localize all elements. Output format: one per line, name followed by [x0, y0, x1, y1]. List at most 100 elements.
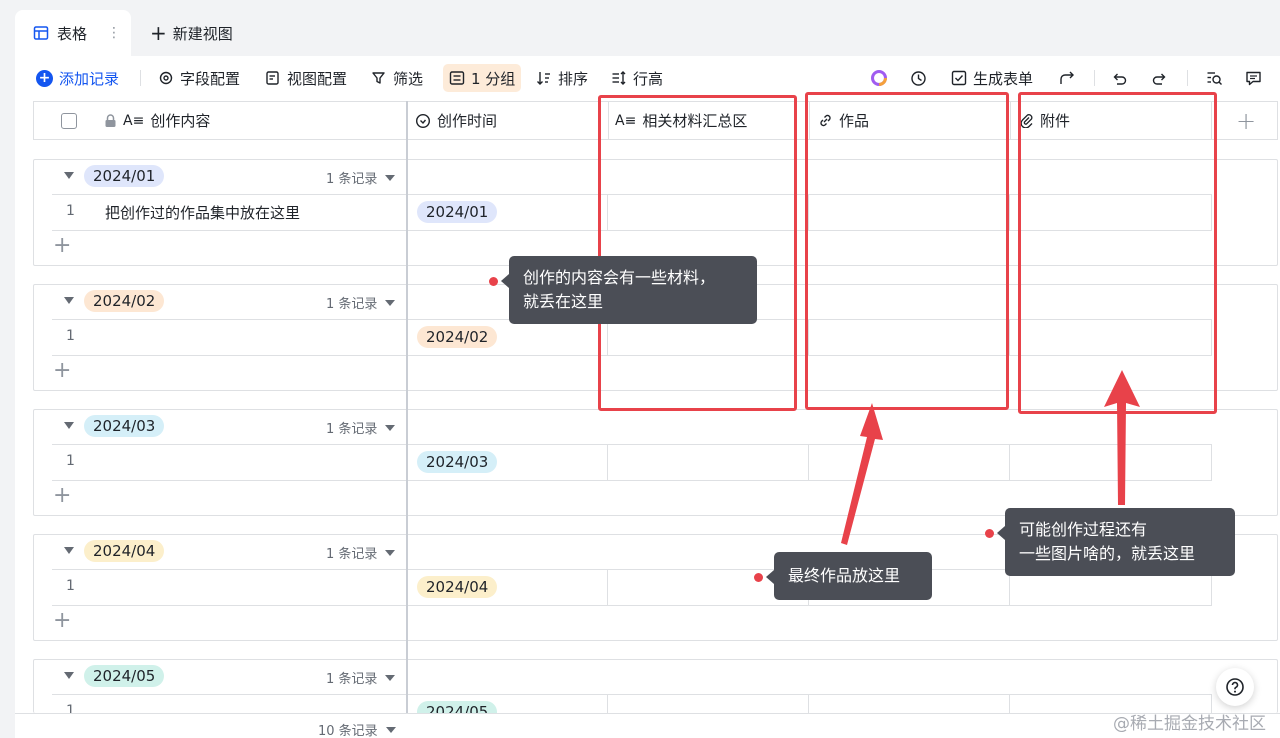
add-row-plus-icon[interactable]: + — [53, 360, 71, 382]
time-tag[interactable]: 2024/01 — [417, 201, 498, 223]
cell-divider — [1009, 445, 1010, 480]
add-record-button[interactable]: + 添加记录 — [36, 64, 119, 92]
annotation-dot — [489, 277, 498, 286]
cell-divider — [808, 445, 809, 480]
view-config-icon — [266, 71, 279, 85]
tab-label: 表格 — [57, 24, 88, 43]
redo-icon — [1152, 73, 1166, 85]
cell-divider — [1009, 195, 1010, 230]
group-tag: 2024/04 — [84, 540, 165, 562]
form-check-icon — [951, 70, 967, 86]
new-view-button[interactable]: + 新建视图 — [150, 20, 233, 46]
group-count[interactable]: 1 条记录 — [326, 543, 396, 562]
table-row[interactable]: 1 2024/03 — [52, 444, 1212, 481]
footer-bar — [15, 713, 1280, 738]
undo-icon — [1113, 73, 1127, 85]
group-button[interactable]: 1 分组 — [443, 64, 522, 92]
sort-label: 排序 — [558, 69, 589, 88]
generate-form-label: 生成表单 — [973, 69, 1034, 88]
time-tag[interactable]: 2024/03 — [417, 451, 498, 473]
plus-icon: + — [1236, 106, 1257, 135]
search-button[interactable] — [1206, 64, 1223, 92]
collapse-caret-icon[interactable] — [64, 547, 74, 554]
tab-table[interactable]: 表格 ⋮ — [15, 10, 131, 56]
column-header-content[interactable]: A≡ 创作内容 — [104, 102, 210, 139]
dropdown-icon — [385, 674, 396, 681]
dropdown-icon — [385, 299, 396, 306]
highlight-works-column — [805, 92, 1009, 410]
callout-line: 最终作品放这里 — [788, 566, 901, 585]
frozen-column-divider[interactable] — [406, 101, 408, 713]
new-view-label: 新建视图 — [172, 24, 233, 43]
table-row[interactable]: 1 2024/05 — [52, 694, 1212, 713]
question-icon — [1226, 678, 1244, 696]
collapse-caret-icon[interactable] — [64, 297, 74, 304]
help-button[interactable] — [1216, 668, 1254, 706]
add-column-button[interactable]: + — [1236, 102, 1256, 139]
time-tag[interactable]: 2024/02 — [417, 326, 498, 348]
share-button[interactable] — [1059, 64, 1076, 92]
cell-divider — [1009, 320, 1010, 355]
column-header-time[interactable]: 创作时间 — [415, 102, 497, 139]
group-block: 2024/05 1 条记录 1 2024/05 — [33, 659, 1278, 713]
group-count[interactable]: 1 条记录 — [326, 418, 396, 437]
cell-divider — [808, 695, 809, 713]
time-tag[interactable]: 2024/05 — [417, 701, 498, 713]
dropdown-icon — [385, 549, 396, 556]
ai-button[interactable] — [870, 64, 888, 92]
more-icon[interactable]: ⋮ — [107, 25, 121, 41]
generate-form-button[interactable]: 生成表单 — [951, 64, 1033, 92]
collapse-caret-icon[interactable] — [64, 172, 74, 179]
plus-icon: + — [150, 21, 167, 45]
group-count[interactable]: 1 条记录 — [326, 168, 396, 187]
select-all-checkbox[interactable] — [61, 102, 77, 139]
time-tag[interactable]: 2024/04 — [417, 576, 498, 598]
sort-button[interactable]: 排序 — [536, 64, 588, 92]
collapse-caret-icon[interactable] — [64, 672, 74, 679]
row-height-icon — [612, 71, 626, 85]
collapse-caret-icon[interactable] — [64, 422, 74, 429]
redo-button[interactable] — [1151, 64, 1168, 92]
add-row-plus-icon[interactable]: + — [53, 485, 71, 507]
view-config-button[interactable]: 视图配置 — [265, 64, 347, 92]
add-row-plus-icon[interactable]: + — [53, 610, 71, 632]
add-row-plus-icon[interactable]: + — [53, 235, 71, 257]
ai-ring-icon — [871, 70, 887, 86]
callout-line: 可能创作过程还有 — [1019, 520, 1148, 539]
watermark: @稀土掘金技术社区 — [1113, 714, 1266, 734]
filter-icon — [372, 72, 385, 84]
group-header[interactable]: 2024/05 1 条记录 — [34, 660, 1277, 694]
callout-works: 最终作品放这里 — [774, 552, 932, 600]
content-cell[interactable]: 把创作过的作品集中放在这里 — [105, 202, 300, 223]
callout-line: 创作的内容会有一些材料， — [523, 268, 716, 287]
callout-pointer — [766, 570, 774, 584]
highlight-materials-column — [598, 95, 797, 411]
cell-divider — [607, 445, 608, 480]
row-number: 1 — [66, 703, 75, 713]
dropdown-icon — [385, 726, 396, 733]
filter-button[interactable]: 筛选 — [371, 64, 423, 92]
row-number: 1 — [66, 453, 75, 469]
arrow-up-icon — [1104, 370, 1140, 505]
field-config-label: 字段配置 — [180, 69, 241, 88]
group-count[interactable]: 1 条记录 — [326, 293, 396, 312]
row-height-label: 行高 — [633, 69, 664, 88]
cell-divider — [607, 695, 608, 713]
group-header[interactable]: 2024/03 1 条记录 — [34, 410, 1277, 444]
row-height-button[interactable]: 行高 — [611, 64, 663, 92]
record-count[interactable]: 10 条记录 — [318, 720, 396, 738]
group-count[interactable]: 1 条记录 — [326, 668, 396, 687]
row-number: 1 — [66, 578, 75, 594]
arrow-up-icon — [841, 403, 883, 545]
sort-icon — [537, 72, 550, 85]
clock-icon — [415, 113, 431, 128]
search-icon — [1207, 71, 1222, 85]
history-button[interactable] — [910, 64, 927, 92]
toolbar-divider — [1187, 70, 1188, 86]
annotation-dot — [985, 529, 994, 538]
group-label: 1 分组 — [471, 69, 516, 88]
comment-button[interactable] — [1245, 64, 1262, 92]
field-config-button[interactable]: 字段配置 — [158, 64, 240, 92]
toolbar-divider — [1094, 70, 1095, 86]
undo-button[interactable] — [1111, 64, 1128, 92]
